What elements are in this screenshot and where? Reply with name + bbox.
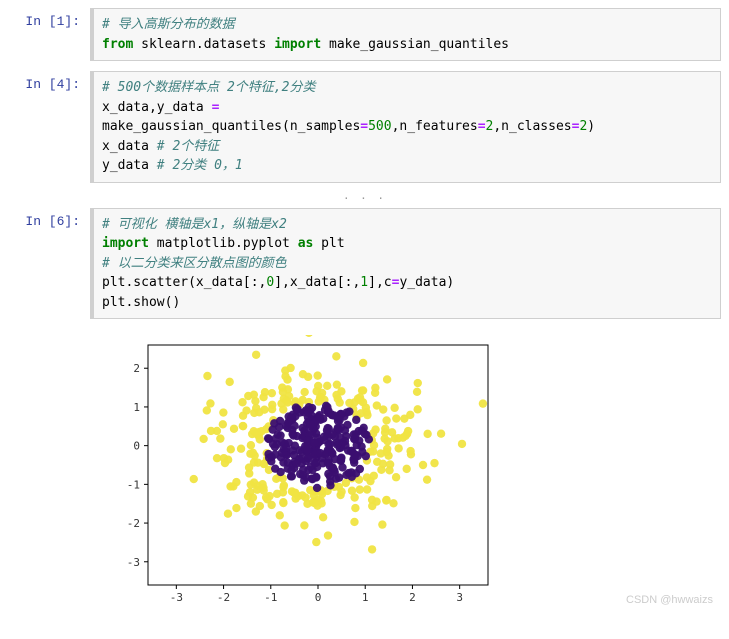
prompt-label: In [4]: [8, 71, 90, 183]
svg-text:2: 2 [133, 362, 140, 375]
svg-text:-3: -3 [127, 556, 140, 569]
cell-2: In [4]: # 500个数据样本点 2个特征,2分类 x_data,y_da… [8, 71, 721, 183]
prompt-label: In [1]: [8, 8, 90, 61]
svg-text:0: 0 [315, 591, 322, 604]
svg-text:0: 0 [133, 440, 140, 453]
code-input[interactable]: # 导入高斯分布的数据 from sklearn.datasets import… [90, 8, 721, 61]
svg-text:-3: -3 [170, 591, 183, 604]
svg-text:1: 1 [362, 591, 369, 604]
svg-text:3: 3 [456, 591, 463, 604]
code-input[interactable]: # 500个数据样本点 2个特征,2分类 x_data,y_data = mak… [90, 71, 721, 183]
svg-text:1: 1 [133, 401, 140, 414]
cell-1: In [1]: # 导入高斯分布的数据 from sklearn.dataset… [8, 8, 721, 61]
watermark-text: CSDN @hwwaizs [626, 594, 713, 606]
code-input[interactable]: # 可视化 横轴是x1，纵轴是x2 import matplotlib.pypl… [90, 208, 721, 320]
scatter-plot: -3 -2 -1 0 1 2 3 -3 -2 -1 0 1 2 [98, 335, 498, 615]
cell-3-output: -3 -2 -1 0 1 2 3 -3 -2 -1 0 1 2 [8, 329, 721, 621]
svg-text:-1: -1 [127, 478, 140, 491]
svg-text:-2: -2 [217, 591, 230, 604]
code-block: # 500个数据样本点 2个特征,2分类 x_data,y_data = mak… [102, 78, 712, 176]
svg-text:-2: -2 [127, 517, 140, 530]
code-block: # 可视化 横轴是x1，纵轴是x2 import matplotlib.pypl… [102, 215, 712, 313]
output-prompt [8, 329, 90, 621]
cell-3: In [6]: # 可视化 横轴是x1，纵轴是x2 import matplot… [8, 208, 721, 320]
code-block: # 导入高斯分布的数据 from sklearn.datasets import… [102, 15, 712, 54]
collapsed-output-indicator[interactable]: . . . [8, 189, 721, 202]
figure-output: -3 -2 -1 0 1 2 3 -3 -2 -1 0 1 2 [90, 329, 721, 621]
svg-text:2: 2 [409, 591, 416, 604]
svg-text:-1: -1 [264, 591, 277, 604]
prompt-label: In [6]: [8, 208, 90, 320]
